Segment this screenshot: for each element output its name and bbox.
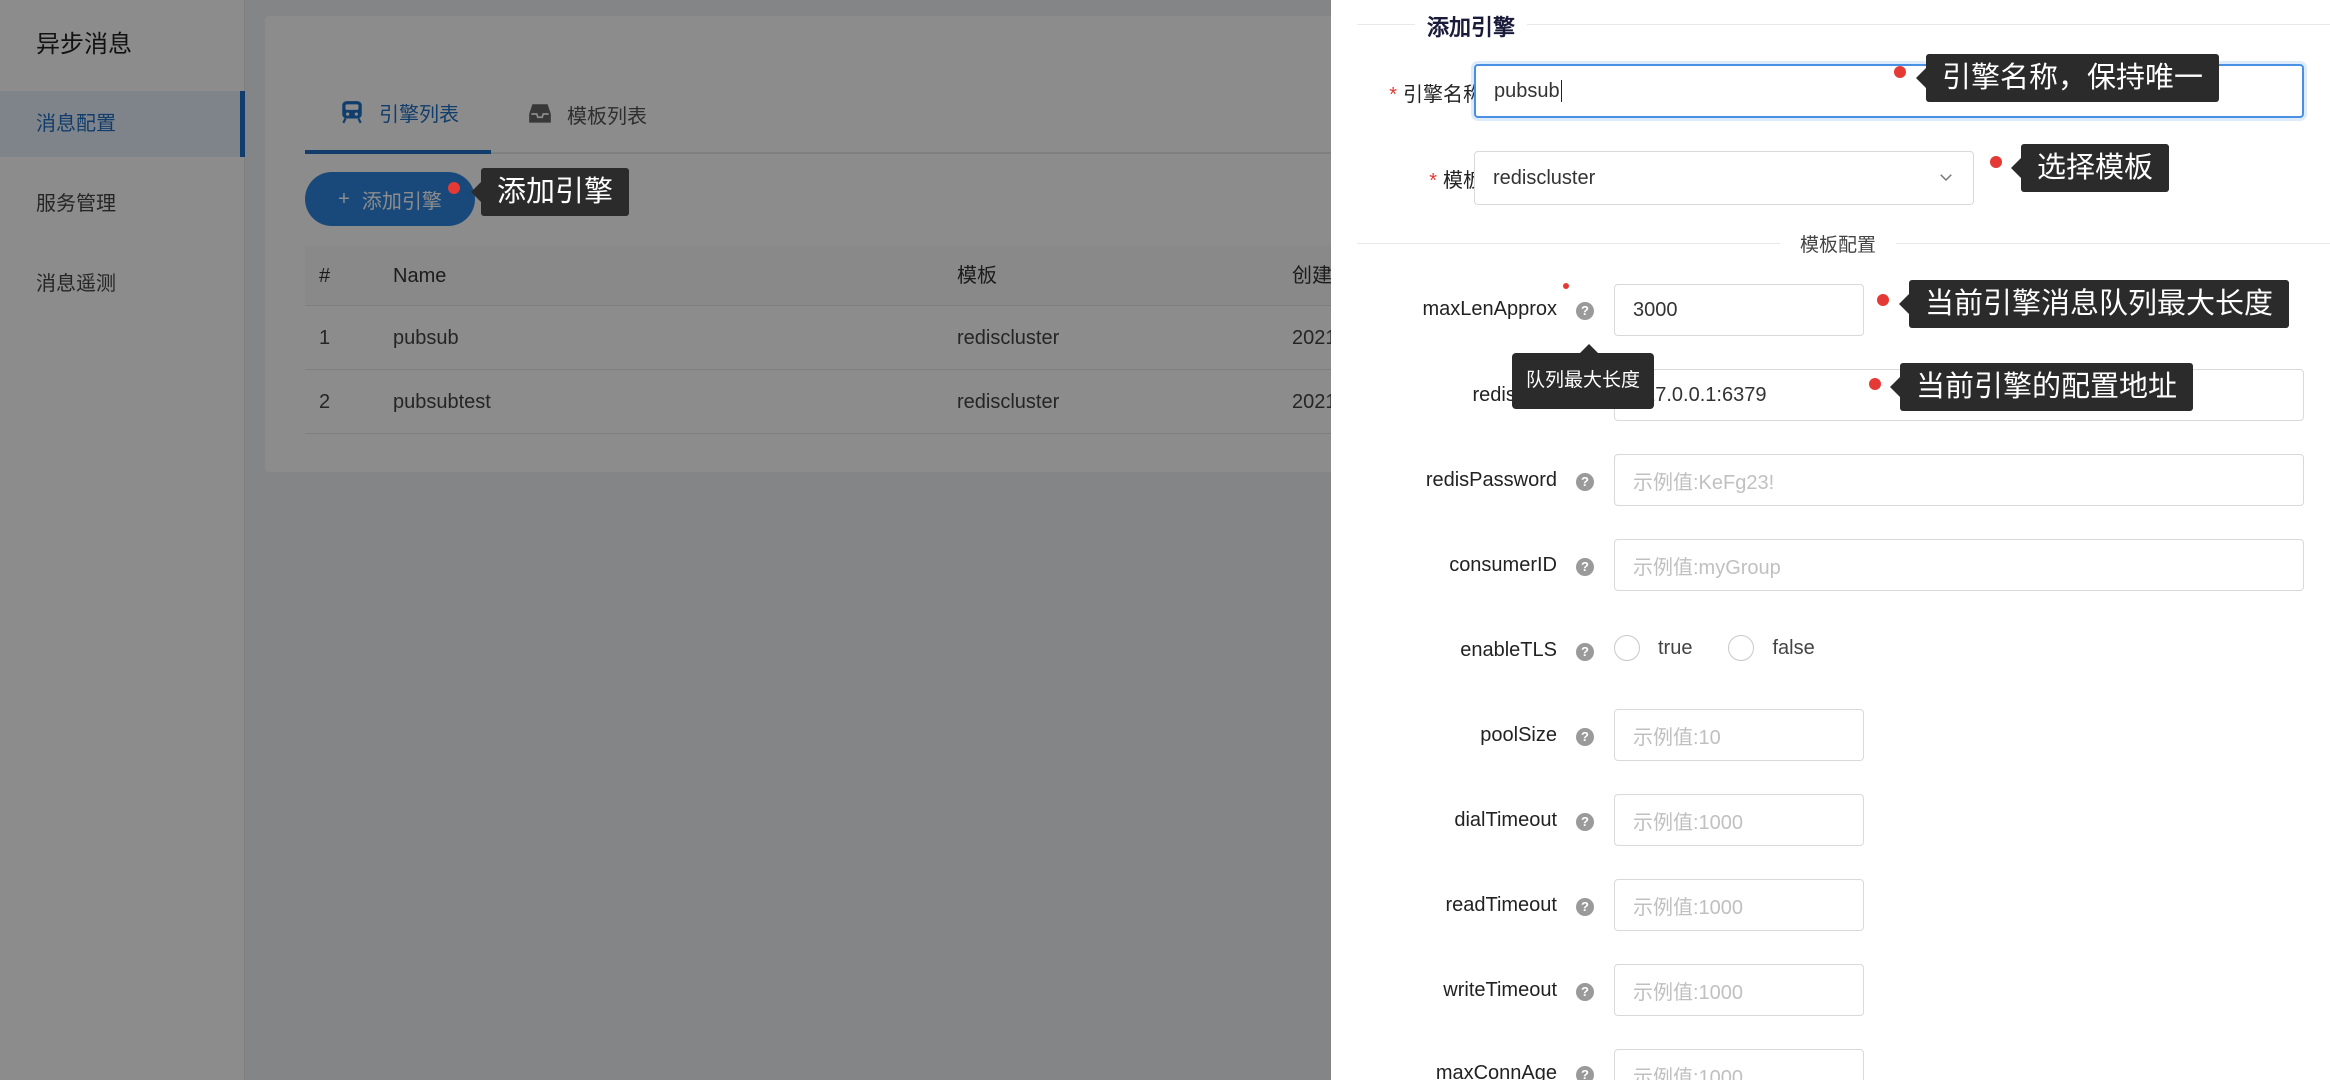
maxconnage-input[interactable]: 示例值:1000	[1614, 1049, 1864, 1080]
annotation-engine-name: 引擎名称，保持唯一	[1915, 54, 2220, 102]
add-engine-drawer: 添加引擎 * 引擎名称 pubsub * 模板 rediscluster 模板配置 …	[1331, 0, 2330, 1080]
dialtimeout-input[interactable]: 示例值:1000	[1614, 794, 1864, 846]
enabletls-radio-group: true false	[1614, 635, 1837, 661]
engine-name-label: * 引擎名称	[1389, 84, 1483, 106]
drawer-title: 添加引擎	[1415, 10, 1528, 42]
writetimeout-label: writeTimeout	[1443, 979, 1557, 1001]
maxconnage-label: maxConnAge	[1435, 1062, 1557, 1080]
radio-true[interactable]: true	[1614, 635, 1692, 661]
annotation-dot	[1877, 294, 1889, 306]
annotation-select-template: 选择模板	[2010, 144, 2170, 192]
annotation-add-engine: 添加引擎	[470, 168, 630, 216]
help-icon[interactable]: ?	[1576, 898, 1594, 916]
radio-circle[interactable]	[1728, 635, 1755, 661]
redispassword-label: redisPassword	[1425, 469, 1557, 491]
annotation-config-addr: 当前引擎的配置地址	[1889, 363, 2194, 411]
redispassword-input[interactable]: 示例值:KeFg23!	[1614, 454, 2304, 506]
annotation-dot	[1990, 156, 2002, 168]
maxlenapprox-label: maxLenApprox	[1422, 298, 1557, 320]
help-icon[interactable]: ?	[1576, 728, 1594, 746]
annotation-dot	[448, 182, 460, 194]
annotation-dot	[1563, 283, 1569, 289]
annotation-dot	[1869, 378, 1881, 390]
template-select[interactable]: rediscluster	[1474, 151, 1974, 205]
readtimeout-input[interactable]: 示例值:1000	[1614, 879, 1864, 931]
annotation-max-len: 当前引擎消息队列最大长度	[1898, 280, 2290, 328]
template-label: * 模板	[1429, 170, 1483, 192]
consumerid-label: consumerID	[1449, 554, 1557, 576]
help-icon[interactable]: ?	[1576, 643, 1594, 661]
template-config-heading: 模板配置	[1780, 230, 1897, 257]
help-icon[interactable]: ?	[1576, 813, 1594, 831]
annotation-dot	[1894, 66, 1906, 78]
help-icon[interactable]: ?	[1576, 473, 1594, 491]
radio-circle[interactable]	[1614, 635, 1640, 661]
maxlenapprox-input[interactable]: 3000	[1614, 284, 1864, 336]
poolsize-label: poolSize	[1480, 724, 1557, 746]
help-icon[interactable]: ?	[1576, 1066, 1594, 1080]
help-icon[interactable]: ?	[1576, 558, 1594, 576]
help-icon[interactable]: ?	[1576, 302, 1594, 320]
dialtimeout-label: dialTimeout	[1454, 809, 1557, 831]
writetimeout-input[interactable]: 示例值:1000	[1614, 964, 1864, 1016]
help-tooltip: 队列最大长度	[1512, 344, 1655, 409]
modal-mask[interactable]	[0, 0, 1331, 1080]
poolsize-input[interactable]: 示例值:10	[1614, 709, 1864, 761]
readtimeout-label: readTimeout	[1445, 894, 1557, 916]
enabletls-label: enableTLS	[1460, 639, 1557, 661]
radio-false[interactable]: false	[1728, 635, 1815, 661]
help-icon[interactable]: ?	[1576, 983, 1594, 1001]
chevron-down-icon	[1940, 174, 1952, 182]
consumerid-input[interactable]: 示例值:myGroup	[1614, 539, 2304, 591]
